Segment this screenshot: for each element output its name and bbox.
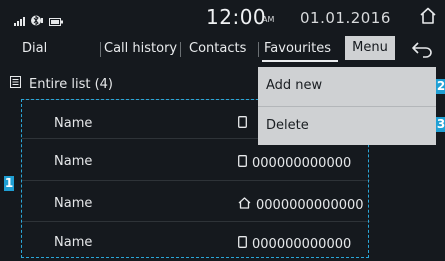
tab-divider	[258, 42, 259, 57]
tab-favourites[interactable]: Favourites	[264, 36, 331, 62]
phone-screen: 12:00 AM 01.01.2016 Dial Call history Co…	[0, 0, 445, 261]
status-icons	[14, 11, 63, 30]
clock-ampm: AM	[262, 15, 275, 24]
home-button[interactable]	[418, 6, 438, 26]
menu-item-delete[interactable]: Delete	[258, 107, 436, 145]
signal-icon	[14, 11, 26, 30]
clock-date: 01.01.2016	[300, 9, 391, 27]
menu-item-add-new[interactable]: Add new	[258, 67, 436, 105]
status-bar: 12:00 AM 01.01.2016	[0, 0, 445, 32]
back-button[interactable]	[410, 40, 434, 58]
menu-button[interactable]: Menu	[345, 36, 395, 60]
callout-1: 1	[4, 176, 14, 191]
list-header-label: Entire list (4)	[29, 76, 113, 92]
callout-3: 3	[436, 117, 445, 132]
menu-dropdown: Add new Delete	[258, 67, 436, 145]
tab-divider	[180, 42, 181, 57]
bluetooth-phone-icon	[31, 11, 44, 30]
callout-2: 2	[436, 79, 445, 94]
tab-call-history[interactable]: Call history	[104, 36, 177, 62]
battery-icon	[49, 11, 63, 30]
active-tab-indicator	[262, 60, 338, 62]
tab-contacts[interactable]: Contacts	[189, 36, 246, 62]
tab-divider	[100, 42, 101, 57]
home-icon	[420, 7, 436, 24]
list-icon	[10, 76, 21, 92]
clock-time: 12:00	[206, 5, 267, 29]
back-icon	[412, 42, 432, 58]
list-header: Entire list (4)	[10, 72, 113, 96]
tab-dial[interactable]: Dial	[22, 36, 47, 62]
